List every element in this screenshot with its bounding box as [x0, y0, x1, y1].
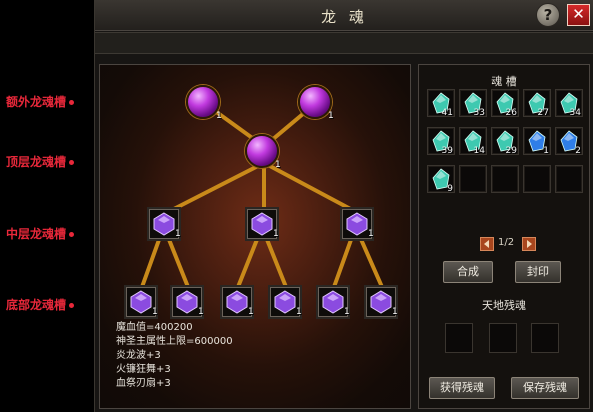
arrow-right-icon — [527, 240, 532, 248]
bottom-soul-slot[interactable]: 1 — [364, 285, 398, 319]
callout-bottom-slots: 底部龙魂槽 — [6, 296, 74, 313]
middle-soul-slot[interactable]: 1 — [340, 207, 374, 241]
soul-inventory-slot[interactable]: 34 — [555, 89, 583, 118]
bottom-soul-slot[interactable]: 1 — [316, 285, 350, 319]
soul-inventory-slot[interactable]: 2 — [555, 127, 583, 156]
slot-quantity: 41 — [441, 108, 453, 118]
stat-line: 神圣主属性上限=600000 — [116, 336, 233, 347]
purple-gem-icon — [274, 290, 296, 314]
bottom-soul-slot[interactable]: 1 — [220, 285, 254, 319]
residual-soul-slot[interactable] — [531, 323, 559, 353]
middle-soul-slot[interactable]: 1 — [245, 207, 279, 241]
connector-m3-b5 — [332, 235, 354, 289]
purple-gem-icon — [346, 212, 368, 236]
connector-m3-b6 — [358, 235, 384, 289]
purple-gem-icon — [130, 290, 152, 314]
extra-soul-slot[interactable]: 1 — [298, 85, 334, 121]
callout-extra-slots: 额外龙魂槽 — [6, 93, 74, 110]
middle-soul-slot[interactable]: 1 — [147, 207, 181, 241]
heaven-earth-soul-label: 天地残魂 — [482, 299, 526, 312]
callout-middle-slots: 中层龙魂槽 — [6, 225, 74, 242]
soul-stats: 魔血值=400200 神圣主属性上限=600000 炎龙波+3 火镰狂舞+3 血… — [116, 321, 233, 391]
slot-quantity: 29 — [505, 146, 517, 156]
bottom-soul-slot[interactable]: 1 — [268, 285, 302, 319]
stat-line: 火镰狂舞+3 — [116, 364, 171, 375]
purple-gem-icon — [322, 290, 344, 314]
purple-gem-icon — [226, 290, 248, 314]
soul-slots-label: 魂 槽 — [491, 75, 517, 88]
soul-inventory-slot[interactable]: 1 — [523, 127, 551, 156]
stat-line: 炎龙波+3 — [116, 350, 161, 361]
soul-inventory-slot[interactable]: 41 — [427, 89, 455, 118]
combine-button[interactable]: 合成 — [443, 261, 493, 283]
arrow-left-icon — [484, 240, 489, 248]
connector-m2-b4 — [264, 235, 288, 289]
slot-quantity: 33 — [473, 108, 485, 118]
residual-soul-slot[interactable] — [489, 323, 517, 353]
connector-top-left — [164, 163, 262, 215]
window-title: 龙 魂 — [321, 8, 368, 26]
soul-inventory-slot[interactable] — [459, 165, 487, 193]
soul-inventory-slot[interactable]: 33 — [459, 89, 487, 118]
residual-soul-slot[interactable] — [445, 323, 473, 353]
purple-gem-icon — [370, 290, 392, 314]
close-button[interactable]: ✕ — [567, 4, 590, 26]
dragon-soul-window: 龙 魂 ? ✕ 1 1 1 1 1 1 1 1 1 1 1 1 魔血值=4002… — [94, 0, 593, 412]
purple-gem-icon — [153, 212, 175, 236]
title-bar[interactable]: 龙 魂 ? ✕ — [95, 0, 593, 31]
prev-page-button[interactable] — [480, 237, 494, 251]
bottom-soul-slot[interactable]: 1 — [170, 285, 204, 319]
soul-inventory-slot[interactable] — [491, 165, 519, 193]
next-page-button[interactable] — [522, 237, 536, 251]
slot-quantity: 2 — [575, 146, 581, 156]
soul-inventory-slot[interactable]: 27 — [523, 89, 551, 118]
soul-tree-panel: 1 1 1 1 1 1 1 1 1 1 1 1 魔血值=400200 神圣主属性… — [99, 64, 411, 409]
soul-slots-panel: 魂 槽 41 33 26 27 34 39 14 29 1 2 9 1/2 合成 封印 天地残魂 获… — [418, 64, 590, 409]
extra-soul-slot[interactable]: 1 — [186, 85, 222, 121]
page-indicator: 1/2 — [498, 237, 515, 248]
top-soul-slot[interactable]: 1 — [245, 134, 281, 170]
soul-inventory-slot[interactable] — [555, 165, 583, 193]
bottom-soul-slot[interactable]: 1 — [124, 285, 158, 319]
soul-inventory-slot[interactable]: 14 — [459, 127, 487, 156]
slot-quantity: 27 — [537, 108, 549, 118]
connector-top-right — [266, 163, 360, 215]
slot-quantity: 9 — [447, 184, 453, 194]
stat-line: 血祭刃扇+3 — [116, 378, 171, 389]
soul-inventory-slot[interactable]: 29 — [491, 127, 519, 156]
obtain-residual-soul-button[interactable]: 获得残魂 — [429, 377, 495, 399]
purple-gem-icon — [176, 290, 198, 314]
slot-quantity: 34 — [569, 108, 581, 118]
stat-line: 魔血值=400200 — [116, 322, 193, 333]
soul-inventory-slot[interactable]: 26 — [491, 89, 519, 118]
slot-quantity: 26 — [505, 108, 517, 118]
connector-m1-b2 — [166, 235, 190, 289]
slot-quantity: 14 — [473, 146, 485, 156]
slot-quantity: 1 — [543, 146, 549, 156]
help-button[interactable]: ? — [536, 3, 560, 27]
callout-top-slot: 顶层龙魂槽 — [6, 153, 74, 170]
sub-header-bar — [95, 32, 593, 54]
connector-m1-b1 — [140, 235, 162, 289]
purple-gem-icon — [251, 212, 273, 236]
soul-inventory-slot[interactable]: 39 — [427, 127, 455, 156]
connector-m2-b3 — [236, 235, 260, 289]
seal-button[interactable]: 封印 — [515, 261, 561, 283]
save-residual-soul-button[interactable]: 保存残魂 — [511, 377, 579, 399]
slot-quantity: 39 — [441, 146, 453, 156]
soul-inventory-slot[interactable]: 9 — [427, 165, 455, 194]
soul-inventory-slot[interactable] — [523, 165, 551, 193]
